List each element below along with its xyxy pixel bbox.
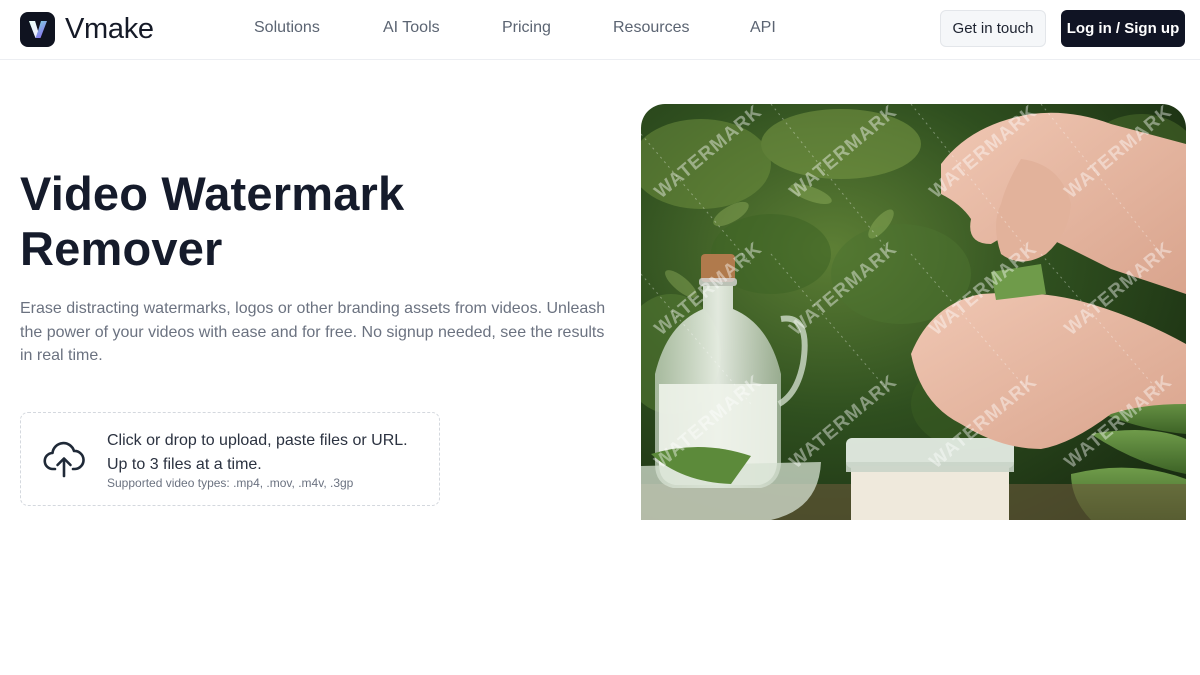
- nav-solutions[interactable]: Solutions: [254, 19, 320, 37]
- upload-instructions: Click or drop to upload, paste files or …: [107, 432, 408, 473]
- hero-description: Erase distracting watermarks, logos or o…: [20, 300, 606, 364]
- get-in-touch-button[interactable]: Get in touch: [940, 10, 1046, 47]
- page-title-line-2: Remover: [20, 222, 223, 275]
- hero-preview-image: WATERMARK WATERMARK WATERMARK WATERMARK …: [641, 104, 1186, 520]
- page-title-line-1: Video Watermark: [20, 167, 405, 220]
- upload-dropzone[interactable]: Click or drop to upload, paste files or …: [20, 412, 440, 506]
- nav-pricing[interactable]: Pricing: [502, 19, 551, 37]
- login-signup-button[interactable]: Log in / Sign up: [1061, 10, 1185, 47]
- logo-wordmark: Vmake: [65, 12, 154, 45]
- nav-resources[interactable]: Resources: [613, 19, 689, 37]
- supported-types-text: Supported video types: .mp4, .mov, .m4v,…: [107, 476, 354, 490]
- nav-ai-tools[interactable]: AI Tools: [383, 19, 440, 37]
- page-title: Video Watermark Remover: [20, 166, 580, 276]
- vmake-logo-icon: [20, 11, 55, 47]
- cloud-upload-icon: [43, 440, 85, 480]
- vmake-logo[interactable]: Vmake: [20, 11, 154, 47]
- site-header: Vmake Solutions AI Tools Pricing Resourc…: [0, 0, 1200, 60]
- nav-api[interactable]: API: [750, 19, 776, 37]
